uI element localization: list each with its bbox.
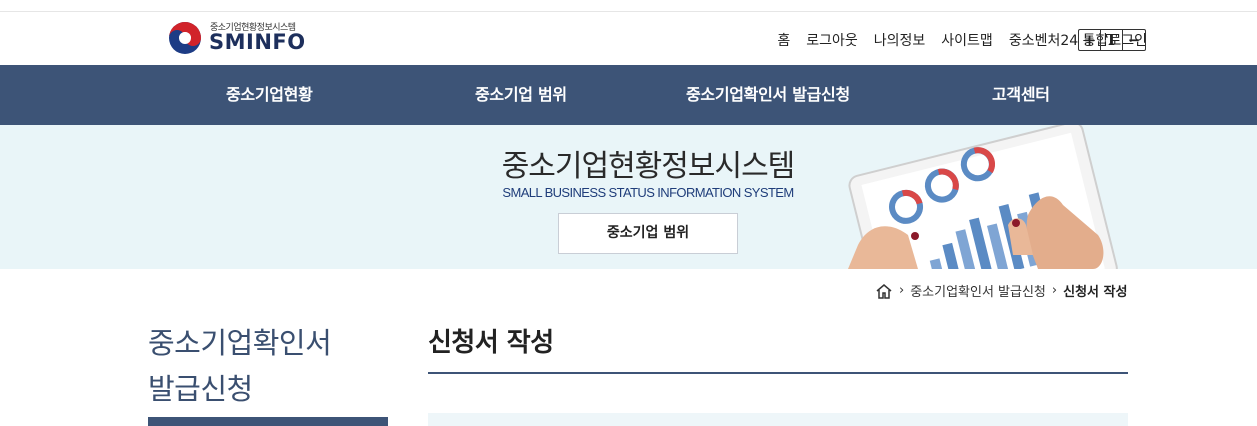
tablet-hands-illustration (848, 125, 1118, 269)
title-divider (428, 372, 1128, 374)
nav-item-scope[interactable]: 중소기업 범위 (475, 65, 567, 125)
site-logo[interactable]: 중소기업현황정보시스템 SMINFO (168, 19, 318, 59)
chevron-right-icon: › (899, 283, 905, 298)
sidebar-title: 중소기업확인서 발급신청 (148, 320, 388, 412)
util-sitemap-link[interactable]: 사이트맵 (941, 30, 993, 50)
site-header: 중소기업현황정보시스템 SMINFO 홈 로그아웃 나의정보 사이트맵 중소벤처… (0, 12, 1257, 65)
chevron-right-icon: › (1051, 283, 1058, 298)
util-logout-link[interactable]: 로그아웃 (806, 30, 858, 50)
util-myinfo-link[interactable]: 나의정보 (874, 30, 926, 50)
util-home-link[interactable]: 홈 (777, 30, 790, 50)
sidebar-title-line1: 중소기업확인서 (148, 326, 332, 360)
nav-item-customer-center[interactable]: 고객센터 (992, 65, 1050, 125)
browser-top-strip (0, 0, 1257, 12)
hero-scope-button[interactable]: 중소기업 범위 (558, 213, 738, 254)
font-reset-button[interactable]: T (1101, 30, 1123, 50)
breadcrumb: › 중소기업확인서 발급신청 › 신청서 작성 (875, 281, 1127, 300)
font-size-controls: + T − (1078, 29, 1146, 51)
hero-banner: 중소기업현황정보시스템 SMALL BUSINESS STATUS INFORM… (0, 125, 1257, 269)
nav-item-certificate[interactable]: 중소기업확인서 발급신청 (686, 65, 850, 125)
home-icon[interactable] (875, 283, 893, 299)
form-container (428, 413, 1128, 426)
breadcrumb-item-certificate[interactable]: 중소기업확인서 발급신청 (910, 281, 1046, 300)
sidebar-title-line2: 발급신청 (148, 372, 253, 406)
taegeuk-logo-icon (169, 22, 201, 54)
page-title: 신청서 작성 (428, 328, 554, 358)
main-nav: 중소기업현황 중소기업 범위 중소기업확인서 발급신청 고객센터 (0, 65, 1257, 125)
logo-wordmark: SMINFO (209, 30, 306, 54)
font-decrease-button[interactable]: − (1123, 30, 1145, 50)
breadcrumb-item-current: 신청서 작성 (1063, 285, 1128, 300)
nav-item-status[interactable]: 중소기업현황 (226, 65, 313, 125)
sidebar-menu-header[interactable] (148, 417, 388, 426)
font-increase-button[interactable]: + (1079, 30, 1101, 50)
